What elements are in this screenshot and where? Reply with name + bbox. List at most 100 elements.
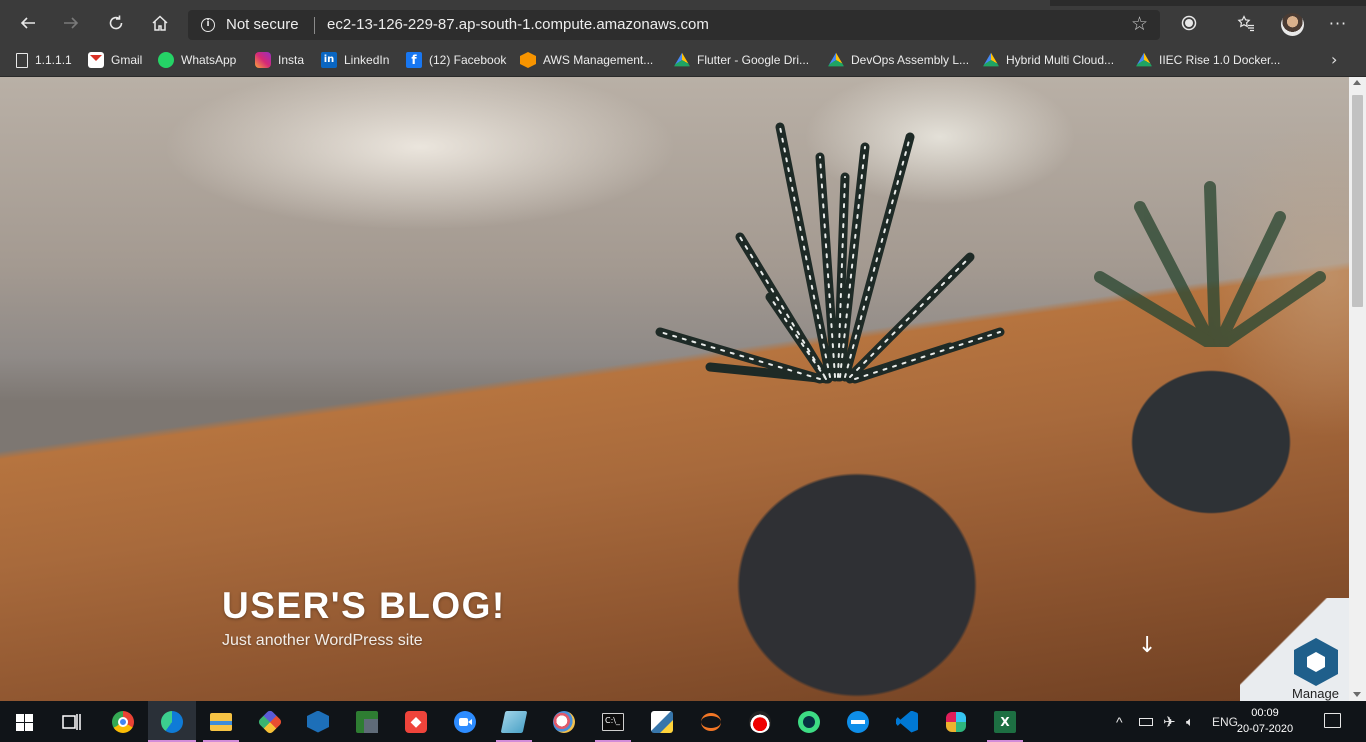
profile-avatar[interactable] — [1281, 13, 1304, 36]
transfer-icon — [356, 710, 378, 733]
zoom-icon — [454, 710, 476, 733]
chevron-right-icon[interactable]: › — [1331, 50, 1337, 69]
bookmark-label: 1.1.1.1 — [35, 53, 72, 67]
forward-button[interactable] — [58, 10, 84, 36]
taskbar-edge[interactable] — [148, 701, 196, 742]
redhat-icon — [749, 710, 771, 733]
bookmark-flutter-drive[interactable]: Flutter - Google Dri... — [674, 51, 809, 69]
active-tab-edge — [0, 0, 1050, 6]
taskbar-excel[interactable]: X — [981, 701, 1029, 742]
taskbar-python[interactable] — [638, 701, 686, 742]
reload-icon — [109, 15, 123, 30]
taskbar-file-explorer[interactable] — [197, 701, 245, 742]
url-text[interactable]: ec2-13-126-229-87.ap-south-1.compute.ama… — [327, 16, 709, 33]
bookmark-gmail[interactable]: Gmail — [88, 51, 142, 69]
clock-time: 00:09 — [1251, 707, 1279, 719]
git-icon — [257, 708, 283, 735]
scroll-up-icon[interactable] — [1353, 80, 1361, 85]
address-bar[interactable]: i Not secure ec2-13-126-229-87.ap-south-… — [188, 10, 1160, 40]
bookmark-label: (12) Facebook — [429, 53, 507, 67]
bookmark-whatsapp[interactable]: WhatsApp — [158, 51, 236, 69]
info-icon[interactable]: i — [201, 18, 215, 32]
bookmark-label: LinkedIn — [344, 53, 390, 67]
excel-icon: X — [994, 710, 1016, 733]
terminal-icon: C:\_ — [602, 712, 624, 731]
system-clock[interactable]: 00:09 20-07-2020 — [1222, 705, 1308, 737]
taskbar-jupyter[interactable] — [687, 701, 735, 742]
scroll-down-icon[interactable] — [1353, 692, 1361, 697]
bookmarks-bar: 1.1.1.1 Gmail WhatsApp Insta in LinkedIn… — [0, 44, 1366, 77]
reload-button[interactable] — [103, 10, 129, 36]
more-icon: ··· — [1328, 13, 1348, 33]
manage-label: Manage — [1292, 686, 1339, 701]
notepad-icon — [500, 710, 528, 733]
bookmark-devops-drive[interactable]: DevOps Assembly L... — [828, 51, 969, 69]
bookmark-facebook[interactable]: f (12) Facebook — [406, 51, 506, 69]
taskbar-slack[interactable] — [932, 701, 980, 742]
python-icon — [651, 710, 673, 733]
scrollbar-thumb[interactable] — [1352, 95, 1363, 307]
google-drive-icon — [983, 52, 999, 67]
taskbar-teamviewer[interactable] — [834, 701, 882, 742]
extension-button[interactable] — [1176, 10, 1202, 36]
jupyter-icon — [701, 712, 721, 731]
plant-illustration — [655, 122, 1005, 384]
back-button[interactable] — [15, 10, 41, 36]
notification-icon[interactable] — [1324, 713, 1341, 728]
taskbar-redhat[interactable] — [736, 701, 784, 742]
teamviewer-icon — [847, 710, 869, 733]
bookmark-hybrid-drive[interactable]: Hybrid Multi Cloud... — [983, 51, 1114, 69]
bookmark-iiec-drive[interactable]: IIEC Rise 1.0 Docker... — [1136, 51, 1280, 69]
taskbar-git-kraken[interactable] — [246, 701, 294, 742]
vertical-scrollbar[interactable] — [1349, 77, 1366, 701]
volume-tray[interactable]: 🔈︎ — [1186, 701, 1194, 742]
airplane-mode-icon: ✈ — [1163, 713, 1176, 731]
show-hidden-icons[interactable]: ^ — [1116, 701, 1123, 742]
home-button[interactable] — [147, 10, 173, 36]
gmail-icon — [88, 52, 104, 68]
taskbar-terminal[interactable]: C:\_ — [589, 701, 637, 742]
taskbar-zoom[interactable] — [441, 701, 489, 742]
tab-strip — [0, 0, 1366, 6]
task-view-button[interactable] — [48, 701, 96, 742]
bookmark-insta[interactable]: Insta — [255, 51, 304, 69]
taskbar-chrome[interactable] — [99, 701, 147, 742]
bookmark-aws[interactable]: AWS Management... — [520, 51, 653, 69]
more-button[interactable]: ··· — [1325, 10, 1351, 36]
folder-icon — [210, 712, 232, 731]
task-view-icon — [62, 713, 81, 730]
bookmark-linkedin[interactable]: in LinkedIn — [321, 51, 389, 69]
favorites-button[interactable] — [1233, 10, 1259, 36]
taskbar-virtualbox[interactable] — [294, 701, 342, 742]
paint-icon — [553, 710, 575, 733]
chrome-icon — [112, 710, 134, 733]
start-windows-icon[interactable] — [16, 714, 33, 731]
site-title[interactable]: USER'S BLOG! — [222, 585, 506, 627]
home-icon — [152, 15, 168, 31]
browser-toolbar: i Not secure ec2-13-126-229-87.ap-south-… — [0, 0, 1366, 44]
edge-icon — [161, 710, 183, 733]
bookmark-label: IIEC Rise 1.0 Docker... — [1159, 53, 1281, 67]
manage-badge[interactable]: Manage — [1240, 598, 1350, 702]
taskbar-anydesk[interactable]: ◆ — [392, 701, 440, 742]
star-icon[interactable]: ☆ — [1131, 13, 1148, 35]
chevron-up-icon[interactable]: ^ — [1116, 714, 1123, 730]
network-tray[interactable]: ✈ — [1163, 701, 1176, 742]
taskbar-notepad[interactable] — [490, 701, 538, 742]
taskbar-android-studio[interactable] — [785, 701, 833, 742]
hero-banner: USER'S BLOG! Just another WordPress site… — [0, 77, 1349, 701]
bookmark-1111[interactable]: 1.1.1.1 — [16, 51, 72, 69]
extension-icon — [1181, 15, 1197, 31]
clock-date: 20-07-2020 — [1236, 723, 1294, 735]
aws-icon — [520, 52, 536, 68]
anydesk-icon: ◆ — [405, 710, 427, 733]
bookmark-label: DevOps Assembly L... — [851, 53, 970, 67]
battery-tray[interactable] — [1139, 701, 1153, 742]
google-drive-icon — [828, 52, 844, 67]
arrow-down-icon[interactable]: ↓ — [1138, 633, 1156, 658]
security-label[interactable]: Not secure — [226, 16, 299, 33]
taskbar-paint[interactable] — [540, 701, 588, 742]
taskbar-putty-transfer[interactable] — [343, 701, 391, 742]
taskbar-vscode[interactable] — [883, 701, 931, 742]
instagram-icon — [255, 52, 271, 68]
